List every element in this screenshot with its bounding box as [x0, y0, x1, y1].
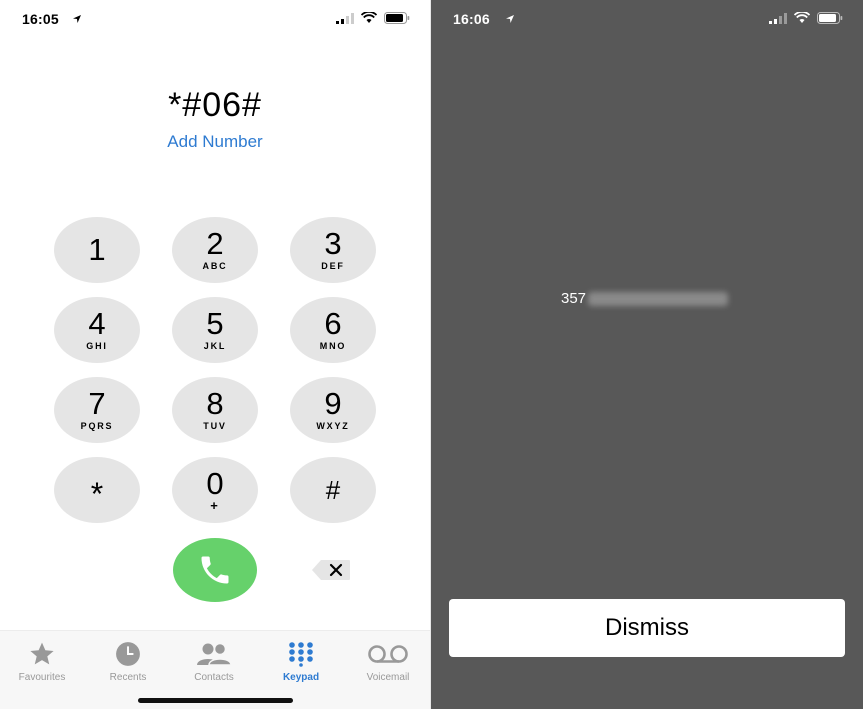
signal-icon: [336, 12, 354, 24]
battery-icon: [384, 12, 410, 24]
dialed-number: *#06#: [168, 86, 262, 124]
tab-contacts[interactable]: Contacts: [174, 641, 254, 683]
wifi-icon: [361, 12, 377, 23]
status-time: 16:06: [453, 11, 490, 27]
call-button[interactable]: [173, 538, 257, 602]
tab-favourites[interactable]: Favourites: [2, 641, 82, 683]
key-6[interactable]: 6 MNO: [290, 297, 376, 363]
key-4[interactable]: 4 GHI: [54, 297, 140, 363]
home-indicator: [138, 698, 293, 703]
imei-screen: 16:06 357 Dismiss: [431, 0, 863, 709]
key-1[interactable]: 1: [54, 217, 140, 283]
key-8[interactable]: 8 TUV: [172, 377, 258, 443]
phone-icon: [201, 556, 229, 584]
keypad-screen: 16:05 *#06# Add Number 1 2 ABC 3 DEF 4 G…: [0, 0, 430, 709]
contacts-icon: [197, 642, 232, 666]
tab-voicemail[interactable]: Voicemail: [348, 641, 428, 683]
key-0[interactable]: 0 +: [172, 457, 258, 523]
keypad-icon: [289, 642, 313, 667]
location-arrow-icon: [73, 15, 81, 23]
tab-recents[interactable]: Recents: [88, 641, 168, 683]
key-hash[interactable]: #: [290, 457, 376, 523]
imei-prefix: 357: [561, 290, 587, 307]
backspace-icon[interactable]: [311, 559, 351, 581]
key-star[interactable]: *: [54, 457, 140, 523]
clock-icon: [116, 642, 140, 666]
wifi-icon: [794, 12, 810, 23]
star-icon: [30, 642, 54, 665]
status-icons: [336, 12, 410, 24]
battery-icon: [817, 12, 843, 24]
signal-icon: [769, 12, 787, 24]
dismiss-button[interactable]: Dismiss: [449, 599, 845, 657]
status-icons: [769, 12, 843, 24]
key-7[interactable]: 7 PQRS: [54, 377, 140, 443]
voicemail-icon: [368, 645, 408, 663]
key-2[interactable]: 2 ABC: [172, 217, 258, 283]
status-time: 16:05: [22, 11, 59, 27]
key-9[interactable]: 9 WXYZ: [290, 377, 376, 443]
location-arrow-icon: [506, 15, 514, 23]
imei-redacted: [588, 291, 729, 306]
tab-keypad[interactable]: Keypad: [261, 641, 341, 683]
key-5[interactable]: 5 JKL: [172, 297, 258, 363]
imei-number: 357: [561, 290, 729, 307]
add-number-link[interactable]: Add Number: [0, 132, 430, 152]
key-3[interactable]: 3 DEF: [290, 217, 376, 283]
